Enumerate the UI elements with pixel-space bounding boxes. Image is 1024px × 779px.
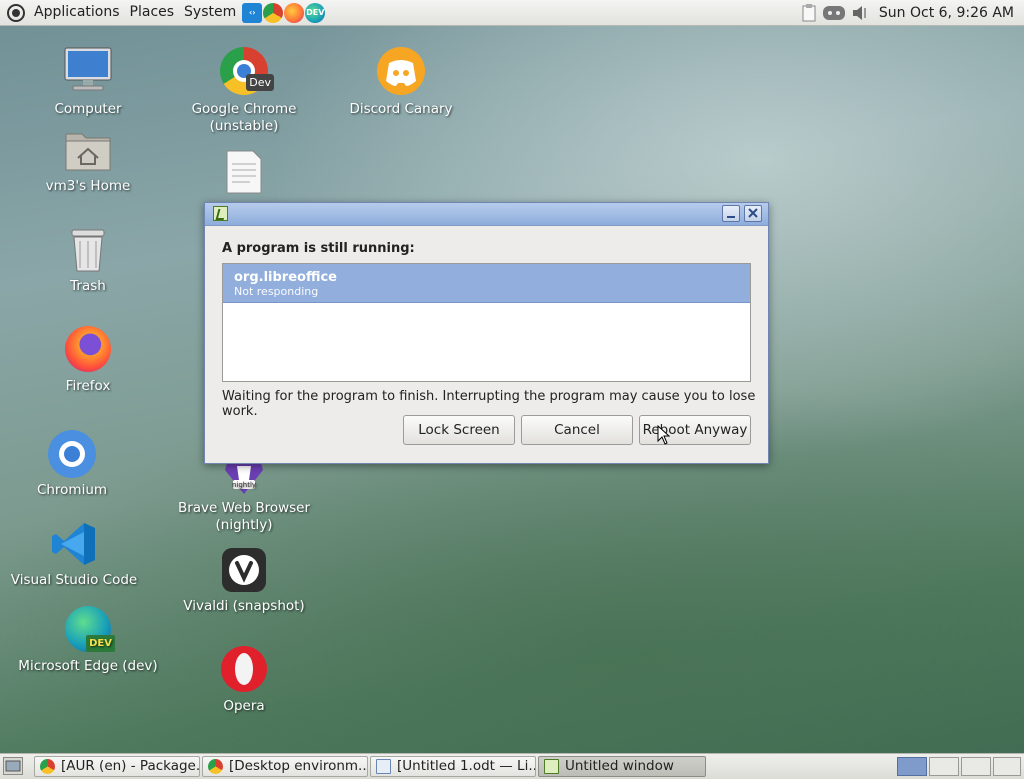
bottom-taskbar: [AUR (en) - Package... [Desktop environm… (0, 753, 1024, 779)
minimize-button[interactable] (722, 205, 740, 222)
program-running-dialog: A program is still running: org.libreoff… (204, 202, 769, 464)
desktop-icon-discord[interactable]: Discord Canary (331, 47, 471, 118)
taskbar-item-aur[interactable]: [AUR (en) - Package... (34, 756, 200, 777)
desktop-icon-label: Visual Studio Code (10, 572, 138, 588)
system-menu[interactable]: System (179, 0, 241, 25)
desktop-icon-chrome-dev[interactable]: Dev Google Chrome (unstable) (174, 47, 314, 135)
vscode-launcher-icon[interactable]: ‹› (242, 2, 263, 23)
program-status: Not responding (234, 285, 319, 298)
chrome-icon (208, 759, 223, 774)
places-menu[interactable]: Places (125, 0, 180, 25)
reboot-anyway-button[interactable]: Reboot Anyway (639, 415, 751, 445)
exit-icon (544, 759, 559, 774)
taskbar-item-label: [AUR (en) - Package... (61, 758, 200, 774)
exit-icon (213, 206, 228, 221)
workspace-2[interactable] (929, 757, 959, 776)
firefox-icon (63, 326, 113, 374)
chrome-dev-launcher-icon[interactable] (263, 2, 284, 23)
writer-icon (376, 759, 391, 774)
desktop-icon-computer[interactable]: Computer (18, 47, 158, 118)
desktop-icon-label: Vivaldi (snapshot) (183, 598, 305, 614)
top-panel: Applications Places System ‹› DEV Sun Oc… (0, 0, 1024, 26)
close-button[interactable] (744, 205, 762, 222)
program-name: org.libreoffice (234, 270, 337, 285)
distro-logo-icon[interactable] (7, 3, 25, 22)
opera-icon (219, 646, 269, 694)
show-desktop-icon (5, 760, 21, 772)
clock[interactable]: Sun Oct 6, 9:26 AM (871, 5, 1024, 21)
workspace-4[interactable] (993, 757, 1021, 776)
taskbar-item-label: [Untitled 1.odt — Li... (397, 758, 536, 774)
svg-text:nightly: nightly (232, 481, 256, 489)
edge-dev-launcher-icon[interactable]: DEV (305, 2, 326, 23)
volume-icon[interactable] (852, 4, 868, 22)
desktop-icon-opera[interactable]: Opera (174, 646, 314, 715)
program-list[interactable]: org.libreoffice Not responding (222, 263, 751, 382)
desktop-icon-trash[interactable]: Trash (18, 228, 158, 295)
applications-menu[interactable]: Applications (29, 0, 125, 25)
desktop-icon-label: vm3's Home (45, 178, 131, 194)
chrome-icon (40, 759, 55, 774)
taskbar-item-libreoffice[interactable]: [Untitled 1.odt — Li... (370, 756, 536, 777)
desktop-icon-label: Google Chrome (unstable) (191, 101, 297, 134)
trash-icon (63, 228, 113, 274)
desktop-icon-label: Computer (54, 101, 122, 117)
minimize-icon (727, 216, 735, 218)
chrome-dev-icon: Dev (219, 47, 274, 97)
desktop-icon-chromium[interactable]: Chromium (2, 430, 142, 499)
firefox-launcher-icon[interactable] (284, 2, 305, 23)
close-icon (748, 208, 758, 218)
workspace-1[interactable] (897, 757, 927, 776)
desktop-icon-label: Microsoft Edge (dev) (18, 658, 158, 674)
desktop-icon-label: Brave Web Browser (nightly) (177, 500, 311, 533)
desktop-icon-vscode[interactable]: Visual Studio Code (4, 520, 144, 589)
vivaldi-icon (219, 548, 269, 594)
vscode-icon (49, 520, 99, 568)
home-folder-icon (63, 128, 113, 174)
mouse-cursor-icon (657, 425, 671, 445)
dialog-heading: A program is still running: (222, 241, 415, 256)
taskbar-item-desktop-environment[interactable]: [Desktop environm... (202, 756, 368, 777)
show-desktop-button[interactable] (3, 757, 23, 775)
desktop-icon-label: Firefox (65, 378, 111, 394)
desktop-icon-label: Opera (223, 698, 265, 714)
taskbar-item-label: Untitled window (565, 758, 674, 774)
computer-icon (63, 47, 113, 97)
edge-dev-icon: DEV (63, 606, 115, 654)
desktop-icon-label: Trash (70, 278, 106, 294)
taskbar-item-untitled-window[interactable]: Untitled window (538, 756, 706, 777)
clipboard-icon[interactable] (802, 3, 816, 22)
lock-screen-button[interactable]: Lock Screen (403, 415, 515, 445)
desktop-icon-edge-dev[interactable]: DEV Microsoft Edge (dev) (18, 606, 158, 675)
desktop-icon-label: Discord Canary (349, 101, 453, 117)
dialog-titlebar[interactable] (205, 203, 768, 226)
document-icon (219, 150, 269, 194)
chromium-icon (47, 430, 97, 478)
desktop-icon-vivaldi[interactable]: Vivaldi (snapshot) (174, 548, 314, 615)
desktop-icon-firefox[interactable]: Firefox (18, 326, 158, 395)
desktop-icon-label: Chromium (36, 482, 108, 498)
taskbar-item-label: [Desktop environm... (229, 758, 368, 774)
discord-tray-icon[interactable] (822, 4, 846, 22)
cancel-button[interactable]: Cancel (521, 415, 633, 445)
list-item[interactable]: org.libreoffice Not responding (223, 264, 750, 303)
discord-icon (376, 47, 426, 97)
desktop-icon-document[interactable] (174, 150, 314, 198)
desktop-icon-home[interactable]: vm3's Home (18, 128, 158, 195)
workspace-3[interactable] (961, 757, 991, 776)
